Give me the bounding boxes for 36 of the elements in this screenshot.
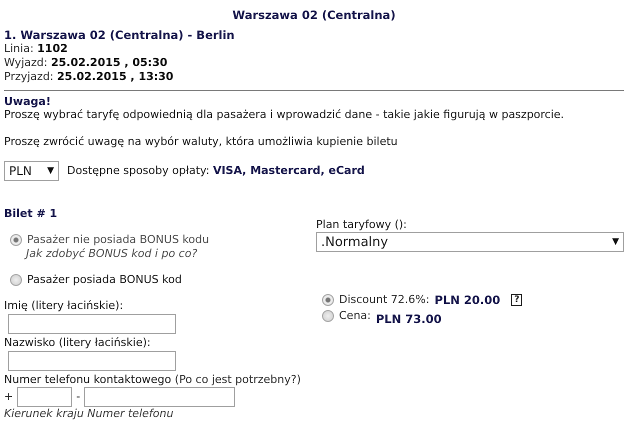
trip-detail: Przyjazd: 25.02.2015 , 13:30 <box>4 70 174 84</box>
input-field[interactable] <box>8 314 176 334</box>
field-label: Numer telefonu kontaktowego <box>4 373 172 386</box>
trip-detail: Wyjazd: 25.02.2015 , 05:30 <box>4 56 168 70</box>
payment-methods: Dostępne sposoby opłaty: VISA, Mastercard, eCard <box>67 164 365 178</box>
price-amount: PLN 20.00 <box>434 293 500 307</box>
radio-label: Pasażer posiada BONUS kod <box>27 273 182 287</box>
price-amount: PLN 73.00 <box>376 312 442 326</box>
currency-select[interactable]: PLN ▼ <box>4 161 59 181</box>
price-label: Cena: <box>339 309 371 323</box>
help-icon[interactable]: ? <box>511 294 522 306</box>
field-label: Nazwisko (litery łacińskie): <box>4 336 152 350</box>
phone-help-link[interactable]: (Po co jest potrzebny?) <box>174 373 301 386</box>
ticket-title: Bilet # 1 <box>4 207 58 220</box>
trip-detail: Linia: 1102 <box>4 42 69 56</box>
page-title: Warszawa 02 (Centralna) <box>231 8 397 22</box>
notice-text: Proszę wybrać taryfę odpowiednią dla pasażera i wprowadzić dane - takie jakie figurują w paszporcie. <box>4 108 566 122</box>
currency-note: Proszę zwrócić uwagę na wybór waluty, która umożliwia kupienie biletu <box>4 135 399 149</box>
input-field[interactable] <box>8 351 176 371</box>
radio-button[interactable] <box>10 234 22 246</box>
tariff-label: Plan taryfowy (): <box>316 218 408 232</box>
field-label: Imię (litery łacińskie): <box>4 299 124 313</box>
tariff-select[interactable]: .Normalny ▼ <box>316 232 624 252</box>
route-title: 1. Warszawa 02 (Centralna) - Berlin <box>4 28 236 42</box>
dash-sign: - <box>76 390 80 404</box>
radio-button[interactable] <box>322 294 334 306</box>
radio-label: Pasażer nie posiada BONUS kodu <box>27 233 210 247</box>
country-code-field[interactable] <box>17 387 72 407</box>
phone-number-field[interactable] <box>84 387 236 407</box>
plus-sign: + <box>4 390 14 404</box>
price-label: Discount 72.6%: <box>339 293 430 307</box>
radio-button[interactable] <box>10 274 22 286</box>
notice-title: Uwaga! <box>4 95 52 108</box>
bonus-help-link[interactable]: Jak zdobyć BONUS kod i po co? <box>26 247 316 261</box>
phone-hint: Kierunek kraju Numer telefonu <box>4 408 174 420</box>
radio-button[interactable] <box>322 310 334 322</box>
